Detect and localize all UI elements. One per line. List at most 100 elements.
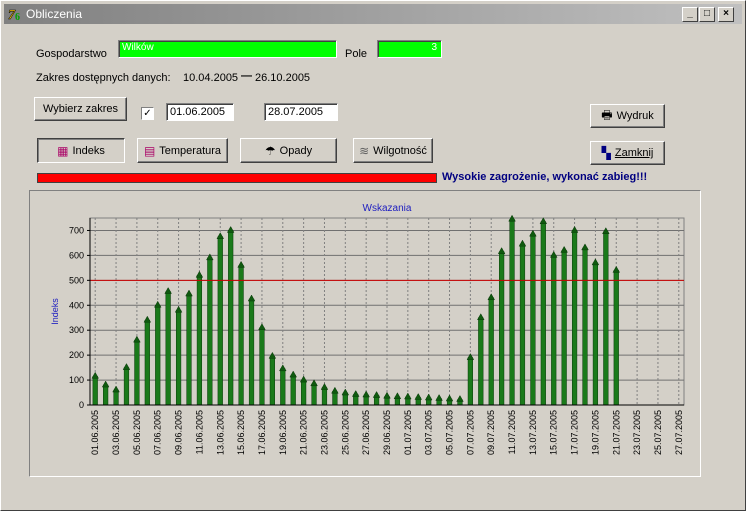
x-tick-label: 09.07.2005: [486, 410, 496, 455]
title-bar[interactable]: 76 Obliczenia _ □ ×: [4, 4, 742, 24]
umbrella-icon: ☂: [264, 143, 276, 158]
risk-message: Wysokie zagrożenie, wykonać zabieg!!!: [442, 171, 648, 183]
x-tick-label: 13.07.2005: [528, 410, 538, 455]
printer-icon: 🖶: [601, 107, 613, 122]
y-axis-label: Indeks: [50, 298, 60, 325]
pole-label: Pole: [345, 48, 368, 60]
y-tick-label: 700: [69, 225, 84, 235]
bar: [301, 379, 307, 406]
tab-opady-label: Opady: [279, 144, 313, 157]
y-tick-label: 0: [79, 400, 84, 410]
temperature-chart-icon: ▤: [143, 143, 156, 158]
x-tick-label: 01.06.2005: [90, 410, 100, 455]
app-icon: 76: [8, 6, 24, 24]
bar: [165, 291, 171, 406]
x-tick-label: 13.06.2005: [215, 410, 225, 455]
bar: [467, 357, 473, 406]
bar: [259, 327, 265, 406]
range-from: 10.04.2005: [183, 72, 239, 84]
bar: [592, 262, 599, 406]
range-label: Zakres dostępnych danych:: [36, 72, 171, 84]
gospodarstwo-field[interactable]: Wilków: [118, 40, 337, 58]
chart-icon: ▦: [57, 143, 69, 158]
x-tick-label: 25.06.2005: [340, 410, 350, 455]
bar: [551, 255, 557, 406]
door-icon: ▚: [601, 146, 611, 160]
x-tick-label: 05.07.2005: [445, 410, 455, 455]
x-tick-label: 17.06.2005: [257, 410, 267, 455]
y-tick-label: 600: [69, 250, 84, 260]
bar: [196, 275, 203, 406]
bar: [175, 310, 182, 406]
bar: [123, 367, 130, 406]
tab-wilgotnosc[interactable]: ≋ Wilgotność: [353, 138, 433, 163]
index-chart: Wskazania Indeks 0 100 200 300 400 500 600 700 01.…: [50, 203, 685, 455]
x-tick-label: 05.06.2005: [132, 410, 142, 455]
close-button[interactable]: ▚ Zamknij: [590, 141, 665, 165]
bar: [571, 230, 578, 406]
bar: [290, 374, 296, 406]
x-tick-label: 11.07.2005: [507, 410, 517, 454]
bar: [238, 265, 244, 406]
tab-opady[interactable]: ☂ Opady: [240, 138, 337, 163]
bar: [186, 293, 192, 406]
bar: [217, 236, 223, 406]
date-to-field[interactable]: 28.07.2005: [264, 103, 338, 121]
x-tick-label: 25.07.2005: [653, 410, 663, 455]
bar: [519, 243, 526, 406]
select-range-button[interactable]: Wybierz zakres: [34, 97, 127, 121]
tab-indeks[interactable]: ▦ Indeks: [37, 138, 125, 163]
bar: [269, 356, 275, 406]
x-tick-label: 27.07.2005: [674, 410, 684, 455]
bar: [228, 230, 234, 406]
risk-level-bar: [37, 173, 437, 183]
bar: [530, 233, 536, 406]
bar: [613, 270, 619, 406]
bar: [540, 221, 546, 406]
tab-temperatura[interactable]: ▤ Temperatura: [137, 138, 228, 163]
bar: [478, 317, 484, 406]
close-label: Zamknij: [614, 147, 654, 159]
x-tick-label: 17.07.2005: [570, 410, 580, 455]
svg-text:6: 6: [15, 12, 20, 22]
minimize-button[interactable]: _: [682, 7, 698, 22]
bar: [582, 247, 588, 406]
x-tick-label: 29.06.2005: [382, 410, 392, 455]
bar: [561, 250, 567, 406]
x-tick-label: 01.07.2005: [403, 410, 413, 455]
x-tick-label: 03.07.2005: [424, 410, 434, 455]
close-window-button[interactable]: ×: [718, 7, 734, 22]
bar: [509, 218, 515, 406]
tab-temperatura-label: Temperatura: [159, 144, 222, 157]
x-tick-label: 03.06.2005: [111, 410, 121, 455]
bar: [103, 384, 109, 406]
x-tick-label: 15.06.2005: [236, 410, 246, 455]
select-range-label: Wybierz zakres: [42, 103, 119, 115]
range-checkbox[interactable]: ✓: [141, 107, 154, 120]
x-tick-label: 27.06.2005: [361, 410, 371, 455]
bar: [321, 387, 328, 406]
x-tick-label: 23.07.2005: [632, 410, 642, 455]
bar: [280, 368, 286, 406]
main-window: 76 Obliczenia _ □ × Gospodarstwo Wilków …: [0, 0, 746, 511]
x-tick-label: 07.06.2005: [153, 410, 163, 455]
x-tick-label: 21.07.2005: [611, 410, 621, 455]
bar: [499, 251, 505, 406]
x-tick-label: 15.07.2005: [549, 410, 559, 455]
tab-wilgotnosc-label: Wilgotność: [373, 144, 427, 157]
bar: [248, 298, 255, 406]
pole-field[interactable]: 3: [377, 40, 442, 58]
x-tick-label: 21.06.2005: [299, 410, 309, 455]
print-button[interactable]: 🖶 Wydruk: [590, 104, 665, 128]
date-from-field[interactable]: 01.06.2005: [166, 103, 234, 121]
y-tick-label: 400: [69, 300, 84, 310]
bar: [144, 319, 150, 406]
x-tick-label: 07.07.2005: [465, 410, 475, 455]
print-label: Wydruk: [616, 110, 654, 122]
bar: [311, 383, 317, 406]
tab-indeks-label: Indeks: [72, 144, 105, 157]
x-tick-label: 19.06.2005: [278, 410, 288, 455]
gospodarstwo-label: Gospodarstwo: [36, 48, 107, 60]
maximize-button[interactable]: □: [699, 7, 715, 22]
humidity-icon: ≋: [359, 143, 370, 158]
